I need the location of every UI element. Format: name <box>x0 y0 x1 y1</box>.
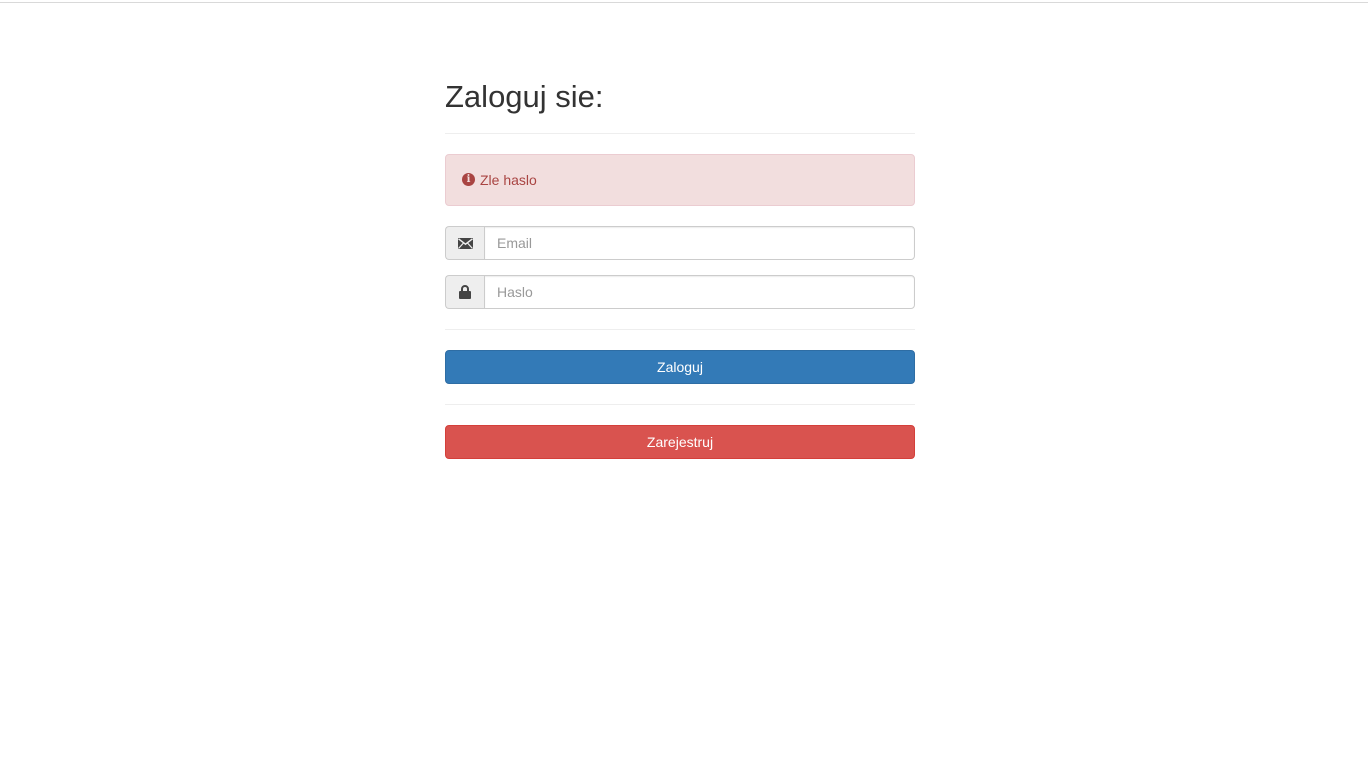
page-title: Zaloguj sie: <box>445 79 604 114</box>
error-message: Zle haslo <box>480 172 537 188</box>
login-button[interactable]: Zaloguj <box>445 350 915 384</box>
top-border <box>0 2 1368 3</box>
password-field[interactable] <box>484 275 915 309</box>
password-input-group <box>445 275 915 309</box>
error-alert: i Zle haslo <box>445 154 915 206</box>
email-field[interactable] <box>484 226 915 260</box>
divider <box>445 329 915 330</box>
envelope-icon <box>445 226 484 260</box>
info-circle-icon: i <box>462 172 475 186</box>
email-input-group <box>445 226 915 260</box>
register-button[interactable]: Zarejestruj <box>445 425 915 459</box>
divider <box>445 404 915 405</box>
divider <box>445 133 915 134</box>
lock-icon <box>445 275 484 309</box>
